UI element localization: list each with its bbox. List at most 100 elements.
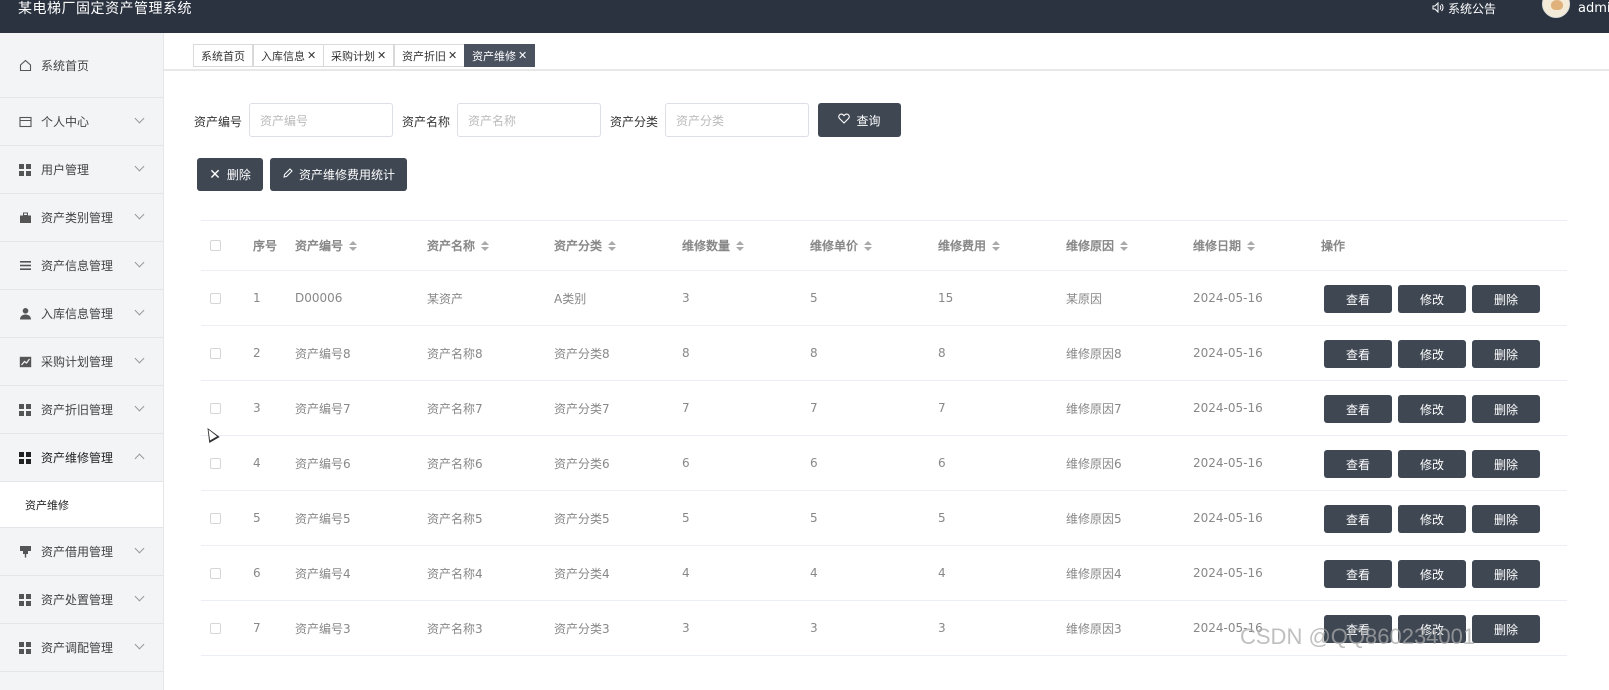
card-icon [18, 115, 32, 129]
chevron-down-icon [134, 209, 145, 220]
close-icon[interactable]: ✕ [377, 49, 386, 62]
cell-quantity: 3 [682, 621, 690, 635]
asset-name-label: 资产名称 [402, 115, 451, 129]
header-code[interactable]: 资产编号 [295, 221, 358, 270]
system-notice-link[interactable]: 系统公告 [1432, 0, 1496, 18]
header-name[interactable]: 资产名称 [427, 221, 490, 270]
sidebar-item-personal-center[interactable]: 个人中心 [0, 98, 163, 146]
view-button[interactable]: 查看 [1324, 340, 1392, 368]
cell-reason: 维修原因8 [1066, 346, 1122, 361]
row-checkbox[interactable] [210, 601, 221, 655]
sidebar-item-disposal[interactable]: 资产处置管理 [0, 576, 163, 624]
header-quantity[interactable]: 维修数量 [682, 221, 745, 270]
view-button[interactable]: 查看 [1324, 285, 1392, 313]
cell-index: 1 [253, 291, 261, 305]
delete-button[interactable]: 删除 [1472, 395, 1540, 423]
delete-button[interactable]: 删除 [1472, 340, 1540, 368]
tab-depreciation[interactable]: 资产折旧 ✕ [394, 44, 466, 67]
tab-home[interactable]: 系统首页 [193, 44, 253, 67]
query-button[interactable]: 查询 [818, 103, 901, 137]
sidebar-item-home[interactable]: 系统首页 [0, 33, 163, 98]
view-button[interactable]: 查看 [1324, 560, 1392, 588]
header-category[interactable]: 资产分类 [554, 221, 617, 270]
view-button[interactable]: 查看 [1324, 505, 1392, 533]
sidebar-item-label: 资产折旧管理 [41, 403, 114, 417]
tab-purchase-plan[interactable]: 采购计划 ✕ [323, 44, 395, 67]
sidebar-item-asset-category[interactable]: 资产类别管理 [0, 194, 163, 242]
heart-icon [838, 113, 851, 127]
header-unit-price[interactable]: 维修单价 [810, 221, 873, 270]
edit-button[interactable]: 修改 [1398, 560, 1466, 588]
sidebar-item-asset-info[interactable]: 资产信息管理 [0, 242, 163, 290]
delete-button[interactable]: 删除 [1472, 615, 1540, 643]
chevron-down-icon [134, 591, 145, 602]
submenu-item-maintenance[interactable]: 资产维修 [0, 482, 163, 528]
chevron-down-icon [134, 113, 145, 124]
asset-category-input[interactable]: 资产分类 [665, 103, 809, 137]
sidebar-item-label: 资产类别管理 [41, 211, 114, 225]
cell-unit-price: 8 [810, 346, 818, 360]
header-date[interactable]: 维修日期 [1193, 221, 1256, 270]
delete-button[interactable]: 删除 [1472, 285, 1540, 313]
cell-code: D00006 [295, 291, 343, 305]
briefcase-icon [18, 211, 32, 225]
cell-unit-price: 3 [810, 621, 818, 635]
avatar[interactable] [1542, 0, 1570, 18]
user-name[interactable]: admin [1578, 0, 1609, 18]
delete-button[interactable]: 删除 [1472, 560, 1540, 588]
sidebar-item-depreciation[interactable]: 资产折旧管理 [0, 386, 163, 434]
sidebar-item-user-management[interactable]: 用户管理 [0, 146, 163, 194]
cell-date: 2024-05-16 [1193, 291, 1263, 305]
cell-reason: 维修原因5 [1066, 511, 1122, 526]
cell-unit-price: 5 [810, 291, 818, 305]
cell-cost: 3 [938, 621, 946, 635]
sidebar-item-label: 采购计划管理 [41, 355, 114, 369]
cell-category: 资产分类5 [554, 511, 610, 526]
cell-reason: 维修原因6 [1066, 456, 1122, 471]
row-checkbox[interactable] [210, 326, 221, 380]
cell-date: 2024-05-16 [1193, 566, 1263, 580]
home-icon [18, 58, 32, 72]
row-checkbox[interactable] [210, 271, 221, 325]
header-label: 维修单价 [810, 239, 859, 253]
asset-name-placeholder: 资产名称 [468, 113, 517, 128]
maintenance-cost-stats-button[interactable]: 资产维修费用统计 [270, 158, 407, 191]
tab-inbound-info[interactable]: 入库信息 ✕ [253, 44, 325, 67]
tab-label: 资产维修 [472, 49, 516, 63]
edit-button[interactable]: 修改 [1398, 285, 1466, 313]
header-cost[interactable]: 维修费用 [938, 221, 1001, 270]
asset-code-input[interactable]: 资产编号 [249, 103, 393, 137]
select-all-checkbox[interactable] [210, 221, 221, 270]
row-checkbox[interactable] [210, 436, 221, 490]
close-icon[interactable]: ✕ [307, 49, 316, 62]
edit-button[interactable]: 修改 [1398, 395, 1466, 423]
sidebar-item-borrowing[interactable]: 资产借用管理 [0, 528, 163, 576]
edit-button[interactable]: 修改 [1398, 450, 1466, 478]
view-button[interactable]: 查看 [1324, 395, 1392, 423]
close-icon[interactable]: ✕ [518, 49, 527, 62]
sidebar-item-label: 个人中心 [41, 115, 90, 129]
sidebar-item-inbound-info[interactable]: 入库信息管理 [0, 290, 163, 338]
watermark: CSDN @QQ860234001 [1240, 624, 1476, 649]
row-checkbox[interactable] [210, 491, 221, 545]
cell-name: 资产名称7 [427, 401, 483, 416]
sidebar-item-purchase-plan[interactable]: 采购计划管理 [0, 338, 163, 386]
edit-button[interactable]: 修改 [1398, 505, 1466, 533]
close-icon[interactable]: ✕ [448, 49, 457, 62]
table-row: 5 资产编号5 资产名称5 资产分类5 5 5 5 维修原因5 2024-05-16 查看 修改 删除 [201, 491, 1567, 546]
cell-cost: 4 [938, 566, 946, 580]
delete-button[interactable]: ✕ 删除 [197, 158, 263, 191]
view-button[interactable]: 查看 [1324, 450, 1392, 478]
sidebar-item-maintenance[interactable]: 资产维修管理 [0, 434, 163, 482]
cell-quantity: 4 [682, 566, 690, 580]
delete-button[interactable]: 删除 [1472, 450, 1540, 478]
sidebar-item-allocation[interactable]: 资产调配管理 [0, 624, 163, 672]
edit-button[interactable]: 修改 [1398, 340, 1466, 368]
header-reason[interactable]: 维修原因 [1066, 221, 1129, 270]
row-checkbox[interactable] [210, 546, 221, 600]
tab-label: 系统首页 [201, 49, 245, 63]
asset-name-input[interactable]: 资产名称 [457, 103, 601, 137]
tab-maintenance[interactable]: 资产维修 ✕ [464, 44, 536, 67]
delete-button[interactable]: 删除 [1472, 505, 1540, 533]
query-button-label: 查询 [856, 113, 881, 128]
